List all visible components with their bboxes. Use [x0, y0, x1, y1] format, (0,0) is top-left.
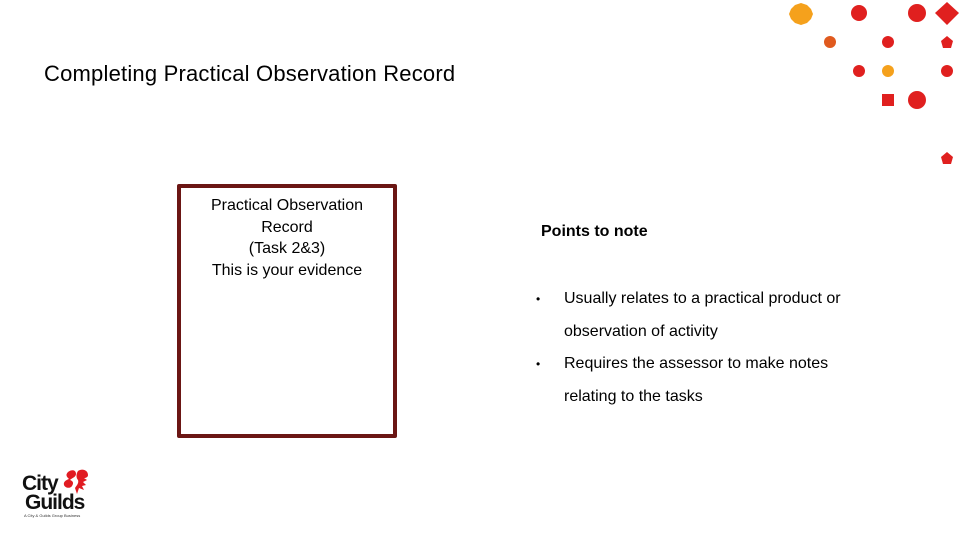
- evidence-line: (Task 2&3): [248, 240, 326, 257]
- evidence-text: Practical Observation Record (Task 2&3) …: [181, 195, 393, 281]
- red-dot-shape: [853, 65, 865, 77]
- red-square-shape: [882, 94, 894, 106]
- evidence-line: Record: [261, 218, 313, 236]
- orange-octagon-shape: [789, 3, 813, 25]
- slide-title: Completing Practical Observation Record: [44, 61, 456, 86]
- orange-dot-shape: [882, 65, 894, 77]
- red-pentagon-shape: [941, 36, 953, 48]
- logo-tagline: A City & Guilds Group Business: [24, 513, 81, 518]
- point-item: • Requires the assessor to make notes re…: [536, 348, 884, 413]
- red-dot-shape: [941, 65, 953, 77]
- red-dot-shape: [851, 5, 867, 21]
- point-item: • Usually relates to a practical product…: [536, 283, 884, 348]
- red-dot-shape: [882, 36, 894, 48]
- points-heading: Points to note: [541, 223, 648, 240]
- red-pentagon-shape: [941, 152, 953, 164]
- evidence-line: This is your evidence: [211, 261, 363, 279]
- point-text: Requires the assessor to make notes rela…: [564, 355, 829, 405]
- red-dot-shape: [908, 4, 926, 22]
- evidence-line: Practical Observation: [210, 197, 364, 214]
- logo-guilds-text: Guilds: [25, 491, 85, 514]
- city-and-guilds-logo: City Guilds A City & Guilds Group Busine…: [22, 468, 94, 522]
- red-diamond-shape: [935, 2, 959, 25]
- bullet-icon: •: [536, 292, 541, 306]
- points-list: • Usually relates to a practical product…: [536, 283, 884, 413]
- point-text: Usually relates to a practical product o…: [564, 290, 841, 340]
- bullet-icon: •: [536, 357, 541, 371]
- red-dot-shape: [908, 91, 926, 109]
- orange-dot-shape: [824, 36, 836, 48]
- evidence-box: Practical Observation Record (Task 2&3) …: [177, 184, 397, 438]
- decorative-shapes: [789, 2, 959, 164]
